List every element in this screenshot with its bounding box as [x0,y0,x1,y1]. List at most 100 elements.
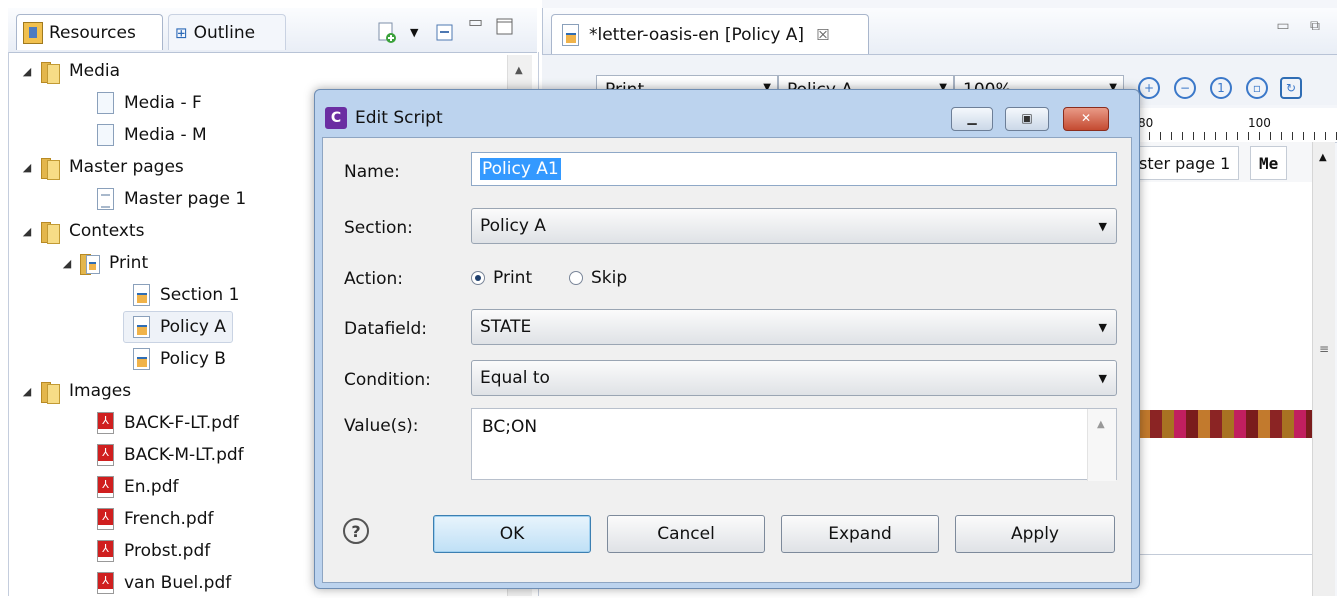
maximize-icon[interactable] [496,18,518,40]
maximize-icon: ▣ [1021,111,1033,125]
action-skip-radio[interactable]: Skip [569,268,627,288]
help-icon[interactable]: ? [343,518,369,544]
action-print-radio[interactable]: Print [471,268,532,288]
expanded-arrow-icon[interactable]: ◢ [61,248,73,278]
values-label: Value(s): [344,416,419,436]
tree-item-images[interactable]: ◢ Images [21,376,131,406]
values-text: BC;ON [482,417,538,437]
scroll-up-arrow-icon[interactable]: ▲ [515,65,523,76]
action-skip-label: Skip [591,268,628,288]
tab-resources[interactable]: Resources [16,14,163,50]
apply-button[interactable]: Apply [955,515,1115,553]
expanded-arrow-icon[interactable]: ◢ [21,152,33,182]
tree-item-media[interactable]: ◢ Media [21,56,120,86]
new-resource-icon[interactable] [376,22,398,44]
page-tab-label: ster page 1 [1139,153,1231,173]
tab-letter-label: *letter-oasis-en [Policy A] [589,24,805,45]
tree-item-image-file[interactable]: En.pdf [97,472,179,502]
page-tab-master-page-1[interactable]: ster page 1 [1132,146,1240,180]
tab-letter-oasis[interactable]: *letter-oasis-en [Policy A] ☒ [551,14,869,54]
condition-select[interactable]: Equal to ▼ [471,360,1117,396]
maximize-button[interactable]: ▣ [1005,107,1049,131]
tree-item-image-file[interactable]: van Buel.pdf [97,568,231,598]
tree-item-section-1[interactable]: Section 1 [133,280,239,310]
tree-item-policy-b[interactable]: Policy B [133,344,226,374]
dialog-title-bar[interactable]: C Edit Script [325,104,443,132]
zoom-out-icon[interactable]: − [1174,77,1196,99]
left-tab-bar: Resources ⊞ Outline ▼ ▭ [8,8,537,53]
folder-icon [39,156,60,180]
tree-item-label: Policy A [160,317,226,337]
action-label: Action: [344,269,403,289]
page-tab-media[interactable]: Me [1250,146,1288,180]
decorative-stripe [1138,410,1312,438]
zoom-fit-icon[interactable]: ▫ [1246,77,1268,99]
tree-item-label: Images [69,381,132,401]
radio-selected-icon [471,271,485,285]
tree-item-media-f[interactable]: Media - F [97,88,202,118]
section-icon [133,348,150,370]
dropdown-arrow-icon: ▼ [1098,321,1107,334]
media-file-icon [97,92,114,114]
tree-item-image-file[interactable]: BACK-M-LT.pdf [97,440,244,470]
expanded-arrow-icon[interactable]: ◢ [21,216,33,246]
document-icon [562,23,579,46]
close-button[interactable]: ✕ [1063,107,1109,131]
tree-item-master-pages[interactable]: ◢ Master pages [21,152,184,182]
tree-item-label: Master page 1 [124,189,247,209]
dropdown-arrow-icon[interactable]: ▼ [410,22,432,44]
tree-item-label: Media [69,61,121,81]
tree-item-label: French.pdf [124,509,214,529]
outline-icon: ⊞ [175,23,188,42]
tree-item-label: Master pages [69,157,184,177]
minimize-icon[interactable]: ▭ [468,12,490,34]
close-tab-icon[interactable]: ☒ [816,26,829,44]
name-input-value: Policy A1 [480,158,561,180]
values-scrollbar[interactable]: ▲ [1087,409,1116,481]
tree-item-label: van Buel.pdf [124,573,232,593]
apply-button-label: Apply [1011,524,1059,544]
tree-item-media-m[interactable]: Media - M [97,120,207,150]
name-label: Name: [344,162,400,182]
expanded-arrow-icon[interactable]: ◢ [21,56,33,86]
tree-item-print[interactable]: ◢ Print [61,248,148,278]
tree-item-image-file[interactable]: French.pdf [97,504,213,534]
editor-window-controls[interactable]: ▭ ⧉ [1276,18,1328,34]
zoom-in-icon[interactable]: + [1138,77,1160,99]
name-input[interactable]: Policy A1 [471,152,1117,186]
folder-icon [39,60,60,84]
canvas-scrollbar[interactable]: ▲ ≡ [1312,142,1335,596]
tree-item-master-page-1[interactable]: Master page 1 [97,184,246,214]
scroll-up-arrow-icon[interactable]: ▲ [1097,419,1105,430]
section-icon [133,316,150,338]
tree-item-label: Policy B [160,349,226,369]
print-context-icon [79,252,100,275]
expand-button[interactable]: Expand [781,515,939,553]
tab-outline[interactable]: ⊞ Outline [168,14,286,50]
resources-icon [23,21,43,44]
tree-item-label: Print [109,253,149,273]
scroll-up-arrow-icon[interactable]: ▲ [1319,152,1327,163]
collapse-all-icon[interactable] [434,22,456,44]
tree-item-policy-a[interactable]: Policy A [123,311,233,343]
section-select[interactable]: Policy A ▼ [471,208,1117,244]
tree-item-image-file[interactable]: Probst.pdf [97,536,210,566]
zoom-actual-icon[interactable]: 1 [1210,77,1232,99]
datafield-label: Datafield: [344,319,427,339]
pdf-file-icon [97,508,114,530]
minimize-button[interactable]: ▁ [951,107,993,131]
expanded-arrow-icon[interactable]: ◢ [21,376,33,406]
values-textarea[interactable]: BC;ON ▲ [471,408,1117,481]
refresh-icon[interactable]: ↻ [1280,77,1302,99]
condition-label: Condition: [344,370,431,390]
ok-button[interactable]: OK [433,515,591,553]
scroll-grip-icon[interactable]: ≡ [1319,342,1329,356]
ruler-ticks [1138,132,1337,140]
media-file-icon [97,124,114,146]
datafield-select[interactable]: STATE ▼ [471,309,1117,345]
tree-item-label: BACK-M-LT.pdf [124,445,244,465]
cancel-button[interactable]: Cancel [607,515,765,553]
ruler-mark-80: 80 [1138,116,1154,130]
tree-item-contexts[interactable]: ◢ Contexts [21,216,144,246]
tree-item-image-file[interactable]: BACK-F-LT.pdf [97,408,239,438]
